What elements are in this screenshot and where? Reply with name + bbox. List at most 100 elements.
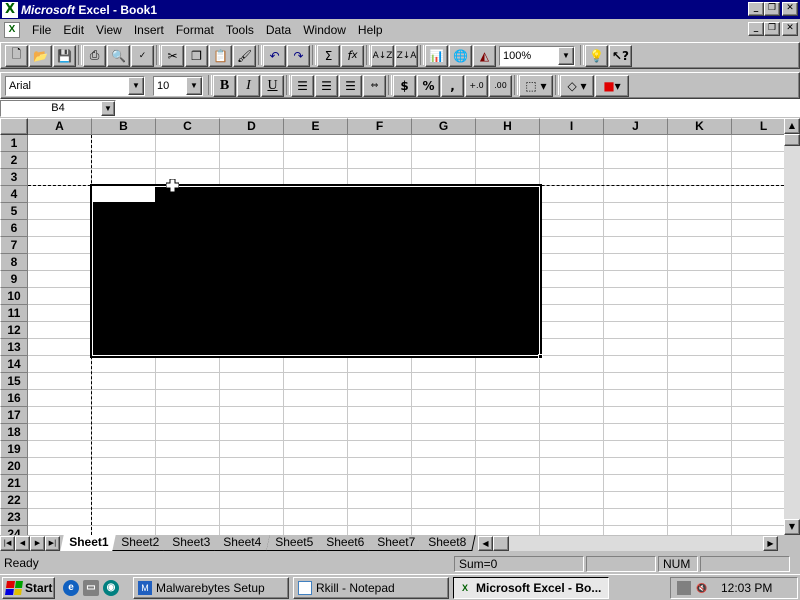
sheet-tab-5[interactable]: Sheet5 [265, 535, 323, 551]
row-header[interactable]: 9 [0, 271, 28, 288]
column-header-c[interactable]: C [156, 118, 220, 135]
format-painter-icon[interactable]: 🖌 [233, 44, 256, 67]
chevron-down-icon[interactable]: ▼ [101, 100, 115, 116]
merge-center-icon[interactable]: ⇔ [363, 74, 386, 97]
sheet-tab-2[interactable]: Sheet2 [112, 535, 170, 551]
column-header-g[interactable]: G [412, 118, 476, 135]
print-icon[interactable]: ⎙ [83, 44, 106, 67]
chart-wizard-icon[interactable]: 📊 [425, 44, 448, 67]
autosum-icon[interactable]: Σ [317, 44, 340, 67]
task-button-malwarebytes[interactable]: M Malwarebytes Setup [133, 576, 289, 599]
column-header-b[interactable]: B [92, 118, 156, 135]
undo-icon[interactable]: ↶ [263, 44, 286, 67]
hscroll-thumb[interactable] [493, 536, 509, 551]
chevron-down-icon[interactable]: ▼ [186, 76, 202, 95]
restore-button[interactable]: ❐ [764, 2, 780, 16]
row-header[interactable]: 2 [0, 152, 28, 169]
sheet-tab-6[interactable]: Sheet6 [316, 535, 374, 551]
row-header[interactable]: 5 [0, 203, 28, 220]
row-header[interactable]: 23 [0, 509, 28, 526]
function-wizard-icon[interactable]: fx [341, 44, 364, 67]
row-header[interactable]: 6 [0, 220, 28, 237]
fill-color-icon[interactable]: ◇ ▾ [560, 74, 594, 97]
scroll-up-icon[interactable]: ▲ [784, 118, 800, 134]
row-header[interactable]: 16 [0, 390, 28, 407]
doc-minimize-button[interactable]: _ [748, 22, 764, 36]
chevron-down-icon[interactable]: ▼ [558, 46, 574, 65]
task-button-excel[interactable]: X Microsoft Excel - Bo... [453, 576, 609, 599]
start-button[interactable]: Start [2, 576, 55, 599]
font-size-combo[interactable]: 10 ▼ [153, 75, 203, 96]
scroll-thumb[interactable] [784, 134, 800, 146]
menu-format[interactable]: Format [170, 23, 220, 37]
map-icon[interactable]: 🌐 [449, 44, 472, 67]
row-header[interactable]: 17 [0, 407, 28, 424]
column-header-l[interactable]: L [732, 118, 784, 135]
name-box[interactable]: B4 ▼ [0, 99, 116, 117]
sheet-tab-4[interactable]: Sheet4 [214, 535, 272, 551]
menu-view[interactable]: View [90, 23, 128, 37]
row-header[interactable]: 10 [0, 288, 28, 305]
zoom-combo[interactable]: 100% ▼ [499, 45, 575, 66]
worksheet-grid[interactable]: A B C D E F G H I J K L 1 2 3 4 5 6 7 8 … [0, 118, 784, 535]
fill-handle[interactable] [538, 354, 543, 359]
print-preview-icon[interactable]: 🔍 [107, 44, 130, 67]
next-sheet-icon[interactable]: ▶ [30, 536, 45, 551]
align-left-icon[interactable]: ☰ [291, 74, 314, 97]
percent-button[interactable]: % [417, 74, 440, 97]
column-header-e[interactable]: E [284, 118, 348, 135]
minimize-button[interactable]: _ [748, 2, 764, 16]
internet-explorer-icon[interactable]: e [63, 579, 79, 596]
row-header[interactable]: 4 [0, 186, 28, 203]
column-header-h[interactable]: H [476, 118, 540, 135]
last-sheet-icon[interactable]: ▶| [45, 536, 60, 551]
cut-icon[interactable]: ✂ [161, 44, 184, 67]
formula-input[interactable] [166, 99, 800, 117]
open-folder-icon[interactable]: 📂 [29, 44, 52, 67]
menu-window[interactable]: Window [297, 23, 352, 37]
volume-muted-icon[interactable]: 🔇 [695, 581, 709, 595]
row-header[interactable]: 19 [0, 441, 28, 458]
column-header-a[interactable]: A [28, 118, 92, 135]
paste-icon[interactable]: 📋 [209, 44, 232, 67]
column-header-j[interactable]: J [604, 118, 668, 135]
currency-button[interactable]: $ [393, 74, 416, 97]
menu-insert[interactable]: Insert [128, 23, 170, 37]
save-icon[interactable]: 💾 [53, 44, 76, 67]
sheet-tab-8[interactable]: Sheet8 [418, 535, 476, 551]
italic-button[interactable]: I [237, 74, 260, 97]
select-all-corner[interactable] [0, 118, 28, 135]
column-header-d[interactable]: D [220, 118, 284, 135]
active-cell[interactable] [93, 187, 155, 202]
chevron-down-icon[interactable]: ▼ [128, 76, 144, 95]
menu-file[interactable]: File [26, 23, 57, 37]
monitor-icon[interactable] [677, 581, 691, 595]
copy-icon[interactable]: ❐ [185, 44, 208, 67]
task-button-notepad[interactable]: Rkill - Notepad [293, 576, 449, 599]
scroll-down-icon[interactable]: ▼ [784, 519, 800, 535]
selected-range[interactable] [90, 184, 543, 359]
show-desktop-icon[interactable]: ▭ [83, 579, 99, 596]
row-header[interactable]: 22 [0, 492, 28, 509]
excel-app-icon[interactable]: X [2, 1, 18, 18]
clock[interactable]: 12:03 PM [721, 581, 772, 595]
borders-icon[interactable]: ⬚ ▾ [519, 74, 553, 97]
doc-restore-button[interactable]: ❐ [764, 22, 780, 36]
font-color-icon[interactable]: ■ ▾ [595, 74, 629, 97]
cell-area[interactable] [28, 135, 784, 535]
row-header[interactable]: 1 [0, 135, 28, 152]
underline-button[interactable]: U [261, 74, 284, 97]
row-header[interactable]: 14 [0, 356, 28, 373]
bold-button[interactable]: B [213, 74, 236, 97]
workbook-icon[interactable]: X [4, 21, 20, 38]
drawing-icon[interactable]: ◭ [473, 44, 496, 67]
close-button[interactable]: ✕ [782, 2, 798, 16]
column-header-k[interactable]: K [668, 118, 732, 135]
sort-ascending-icon[interactable]: A↓Z [371, 44, 394, 67]
row-header[interactable]: 24 [0, 526, 28, 535]
menu-edit[interactable]: Edit [57, 23, 90, 37]
scroll-left-icon[interactable]: ◀ [478, 536, 493, 551]
sort-descending-icon[interactable]: Z↓A [395, 44, 418, 67]
tip-wizard-icon[interactable]: 💡 [585, 44, 608, 67]
row-header[interactable]: 13 [0, 339, 28, 356]
